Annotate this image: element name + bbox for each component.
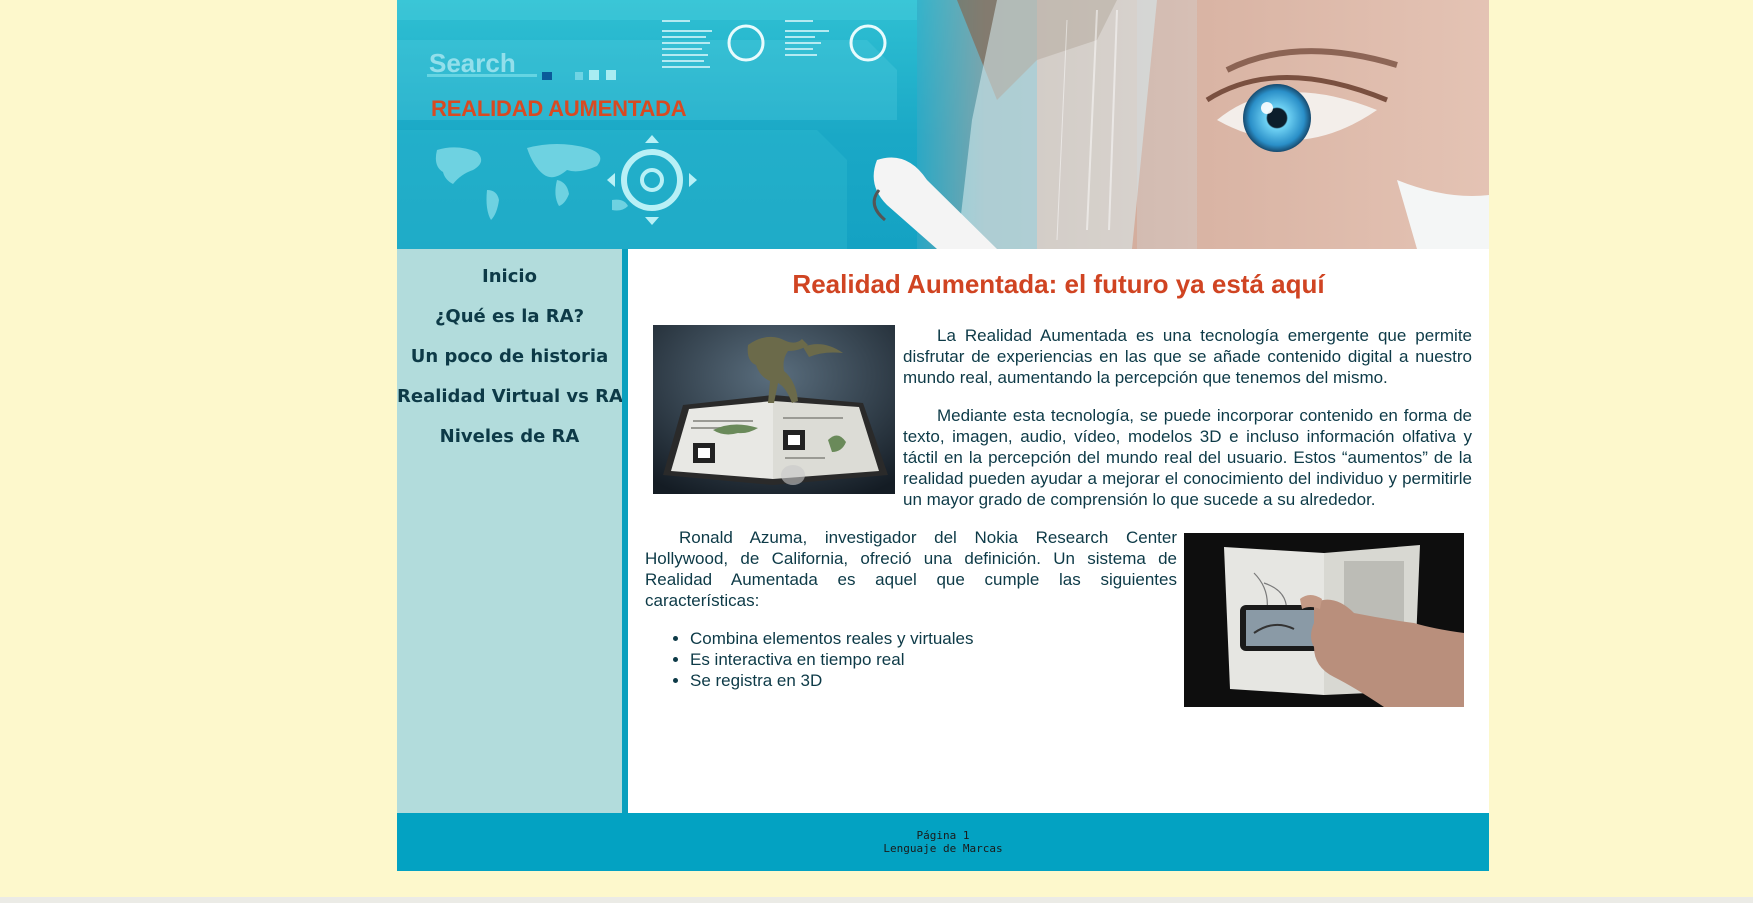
footer-subject: Lenguaje de Marcas [883,842,1003,855]
page-heading: Realidad Aumentada: el futuro ya está aq… [792,269,1325,299]
header-banner: Search REALIDAD AUMENTADA [397,0,1489,249]
banner-graphic [397,0,1489,249]
article-body: La Realidad Aumentada es una tecnología … [645,325,1472,713]
nav-item-historia[interactable]: Un poco de historia [397,343,622,383]
nav-item-que-es-la-ra[interactable]: ¿Qué es la RA? [397,303,622,343]
nav-list: Inicio ¿Qué es la RA? Un poco de histori… [397,249,623,463]
phone-over-book-image [1184,533,1464,707]
window-bottom-edge [0,897,1753,903]
main-content: Realidad Aumentada: el futuro ya está aq… [628,249,1489,813]
nav-item-rv-vs-ra[interactable]: Realidad Virtual vs RA [397,383,623,423]
footer-page-number: Página 1 [916,829,970,842]
nav-item-niveles[interactable]: Niveles de RA [397,423,622,463]
search-label: Search [429,48,516,78]
page-container: Search REALIDAD AUMENTADA Inicio ¿Qué es… [397,0,1489,871]
sidebar-nav: Inicio ¿Qué es la RA? Un poco de histori… [397,249,623,813]
nav-item-inicio[interactable]: Inicio [397,263,622,303]
page-footer: Página 1 Lenguaje de Marcas [397,813,1489,871]
ar-book-dinosaur-image [653,325,895,494]
site-title: REALIDAD AUMENTADA [431,96,687,121]
